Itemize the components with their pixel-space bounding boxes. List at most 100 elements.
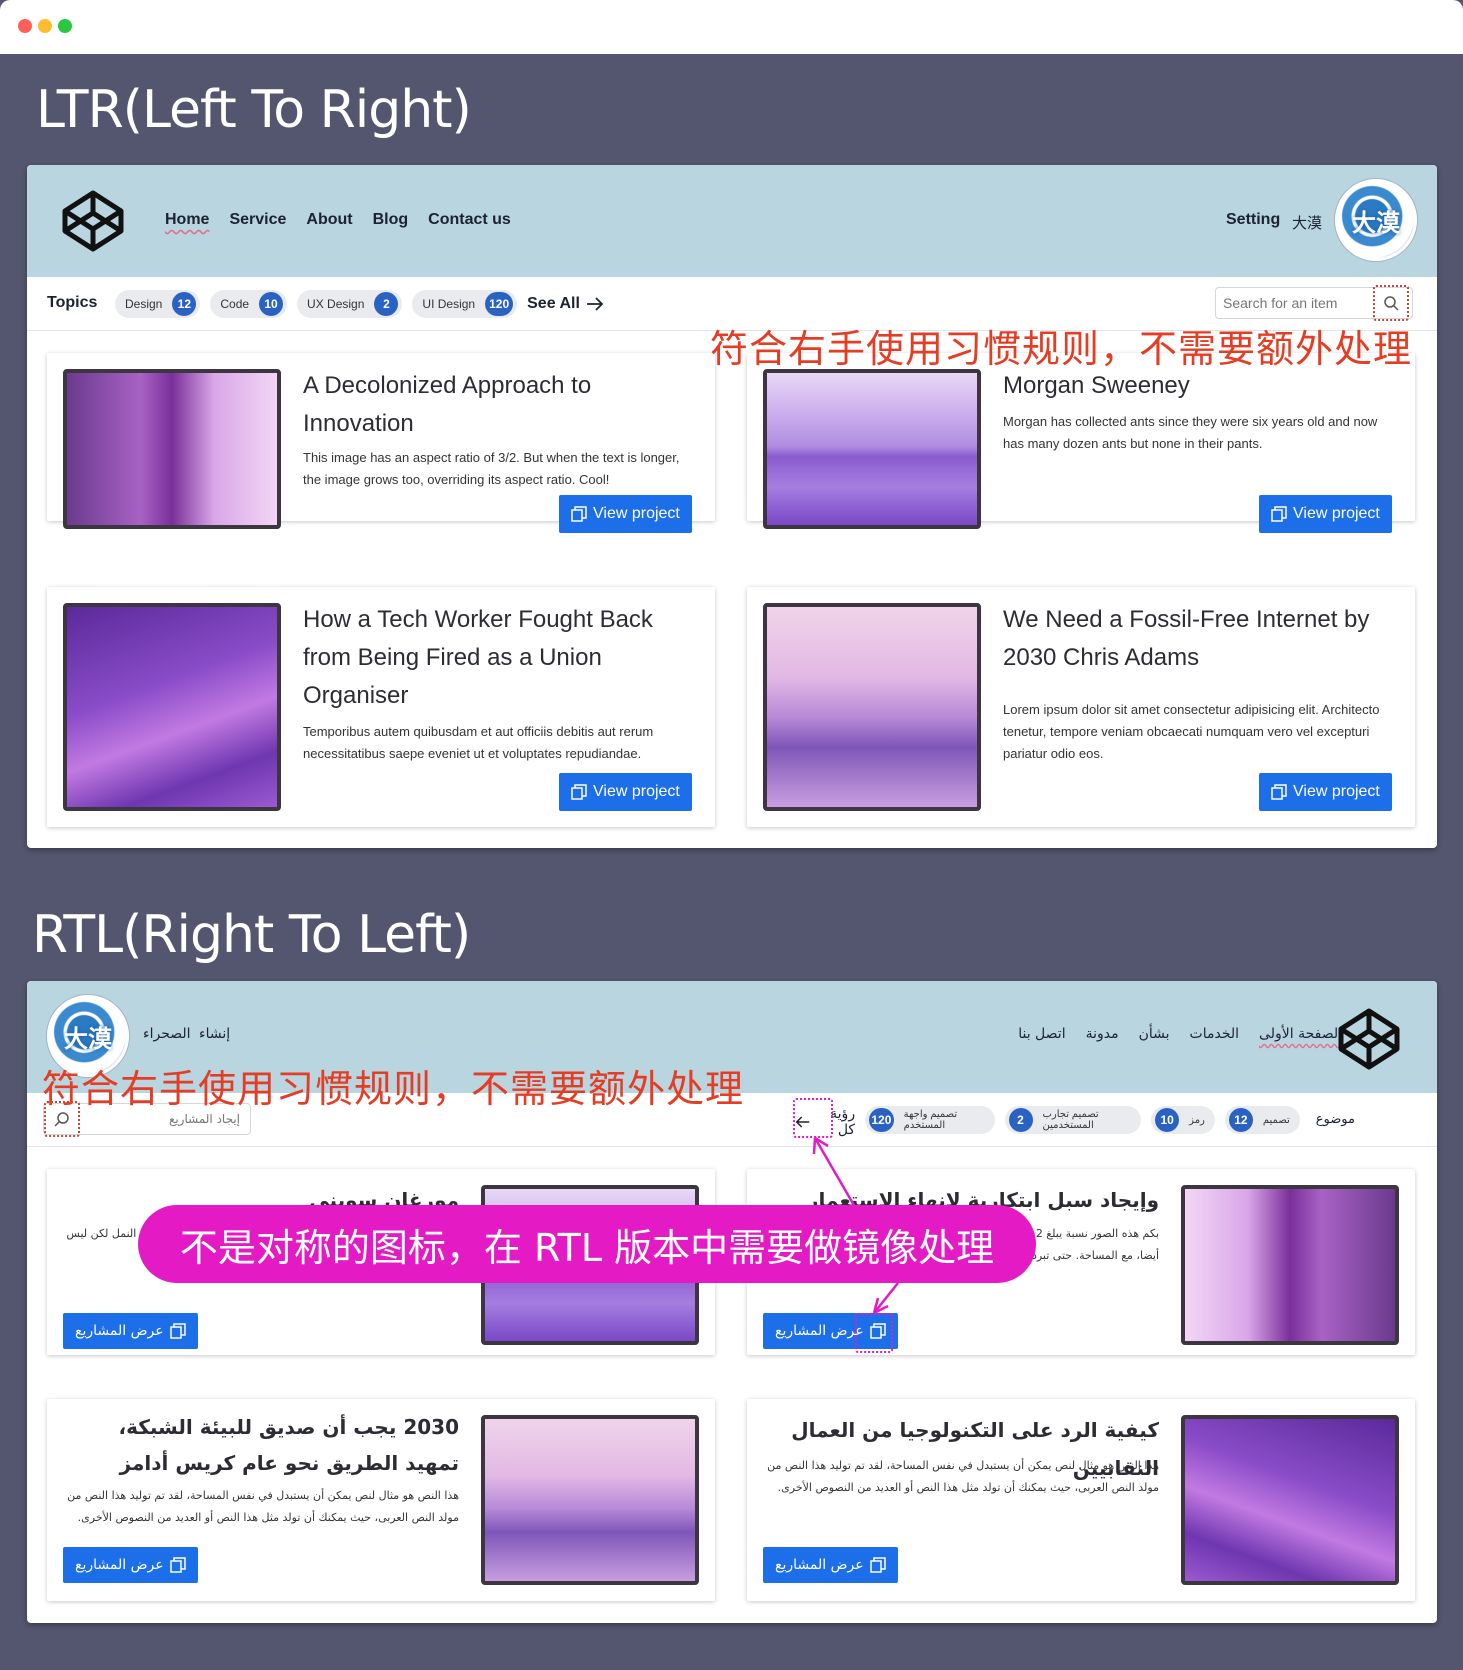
nav-service[interactable]: Service — [229, 211, 286, 229]
ltr-search-box — [1215, 285, 1413, 321]
card-description: Temporibus autem quibusdam et aut offici… — [303, 724, 654, 761]
chip-count-badge: 2 — [1008, 1108, 1033, 1132]
avatar[interactable]: 大漠 — [1335, 179, 1417, 261]
card-title[interactable]: A Decolonized Approach to Innovation — [303, 367, 693, 443]
copy-icon — [169, 1557, 186, 1573]
search-icon — [54, 1112, 69, 1127]
topic-chip-design[interactable]: تصميم 12 — [1224, 1106, 1300, 1134]
annotation-no-extra-rtl: 符合右手使用习惯规则，不需要额外处理 — [42, 1067, 745, 1111]
rtl-main-nav: الصفحة الأولى الخدمات بشأن مدونة اتصل بن… — [1002, 1026, 1342, 1042]
codepen-logo-icon[interactable] — [1337, 1007, 1401, 1071]
chip-label: Code — [220, 297, 250, 311]
topic-chip-ux[interactable]: تصميم تجارب المستخدمين 2 — [1004, 1106, 1142, 1134]
card-description: هذا النص هو مثال لنص يمكن أن يستبدل في ن… — [67, 1489, 459, 1524]
search-input[interactable] — [1223, 295, 1373, 311]
rtl-section-title: RTL(Right To Left) — [32, 905, 471, 965]
ltr-panel: Home Service About Blog Contact us Setti… — [27, 165, 1437, 848]
maximize-window-dot[interactable] — [58, 19, 72, 33]
button-label: View project — [593, 505, 680, 522]
button-label: View project — [1293, 505, 1380, 522]
card-image — [1181, 1185, 1399, 1345]
copy-icon — [571, 784, 587, 800]
view-project-button[interactable]: عرض المشاريع — [63, 1547, 198, 1583]
search-input[interactable] — [80, 1112, 240, 1126]
highlight-see-all-arrow — [793, 1098, 833, 1138]
search-button[interactable] — [1373, 285, 1409, 321]
annotation-no-extra-ltr: 符合右手使用习惯规则，不需要额外处理 — [710, 327, 1413, 371]
chip-label: تصميم واجهة المستخدم — [903, 1109, 958, 1131]
project-card: A Decolonized Approach to Innovation Thi… — [47, 353, 715, 533]
topic-chip-ux[interactable]: UX Design 2 — [297, 290, 403, 318]
card-image — [63, 603, 281, 811]
card-image — [481, 1415, 699, 1585]
topic-chip-ui[interactable]: UI Design 120 — [412, 290, 518, 318]
chip-label: رمز — [1189, 1114, 1205, 1126]
card-title[interactable]: How a Tech Worker Fought Back from Being… — [303, 601, 693, 715]
nav-about[interactable]: بشأن — [1139, 1026, 1170, 1042]
see-all-link[interactable]: See All — [527, 290, 604, 318]
ltr-header: Home Service About Blog Contact us Setti… — [27, 165, 1437, 277]
close-window-dot[interactable] — [18, 19, 32, 33]
project-card: We Need a Fossil-Free Internet by 2030 C… — [747, 587, 1415, 827]
nav-home[interactable]: الصفحة الأولى — [1259, 1026, 1342, 1042]
project-card: 2030 يجب أن صديق للبيئة الشبكة، تمهيد ال… — [47, 1399, 715, 1601]
topics-label: Topics — [47, 294, 98, 311]
view-project-button[interactable]: عرض المشاريع — [763, 1547, 898, 1583]
window-titlebar — [0, 0, 1463, 54]
card-image — [763, 603, 981, 811]
view-project-button[interactable]: View project — [559, 495, 692, 533]
button-label: عرض المشاريع — [775, 1323, 864, 1339]
button-label: عرض المشاريع — [775, 1557, 864, 1573]
view-project-button[interactable]: View project — [1259, 773, 1392, 811]
topic-chip-code[interactable]: Code 10 — [210, 290, 288, 318]
setting-link[interactable]: Setting — [1226, 211, 1280, 229]
arrow-right-icon — [586, 297, 604, 311]
user-name: الصحراء — [143, 1026, 191, 1042]
button-label: View project — [593, 783, 680, 800]
chip-count-badge: 120 — [869, 1108, 894, 1132]
chip-label: UI Design — [422, 297, 476, 311]
highlight-copy-icon — [855, 1313, 893, 1353]
chip-count-badge: 120 — [485, 292, 514, 316]
topic-chip-code[interactable]: رمز 10 — [1151, 1106, 1215, 1134]
button-label: عرض المشاريع — [75, 1557, 164, 1573]
chip-label: Design — [125, 297, 163, 311]
project-card: Morgan Sweeney Morgan has collected ants… — [747, 353, 1415, 533]
avatar-ink-icon: 大漠 — [64, 1024, 112, 1053]
button-label: عرض المشاريع — [75, 1323, 164, 1339]
nav-contact[interactable]: Contact us — [428, 211, 511, 229]
card-description: Lorem ipsum dolor sit amet consectetur a… — [1003, 702, 1380, 761]
card-image — [763, 369, 981, 529]
topic-chip-ui[interactable]: تصميم واجهة المستخدم 120 — [865, 1106, 995, 1134]
nav-about[interactable]: About — [306, 211, 352, 229]
card-image — [1181, 1415, 1399, 1585]
see-all-label: See All — [527, 295, 580, 312]
minimize-window-dot[interactable] — [38, 19, 52, 33]
topic-chip-design[interactable]: Design 12 — [115, 290, 201, 318]
card-title[interactable]: We Need a Fossil-Free Internet by 2030 C… — [1003, 601, 1393, 677]
codepen-logo-icon[interactable] — [61, 189, 125, 253]
chip-label: تصميم — [1262, 1114, 1290, 1126]
nav-home[interactable]: Home — [165, 211, 209, 229]
ltr-main-nav: Home Service About Blog Contact us — [165, 211, 511, 229]
annotation-mirror-needed: 不是对称的图标，在 RTL 版本中需要做镜像处理 — [138, 1205, 1036, 1283]
ltr-section-title: LTR(Left To Right) — [36, 80, 472, 140]
copy-icon — [1271, 506, 1287, 522]
view-project-button[interactable]: View project — [559, 773, 692, 811]
setting-link[interactable]: إنشاء — [199, 1026, 230, 1042]
nav-service[interactable]: الخدمات — [1190, 1026, 1240, 1042]
user-name: 大漠 — [1292, 214, 1323, 232]
project-card: كيفية الرد على التكنولوجيا من العمال الن… — [747, 1399, 1415, 1601]
nav-contact[interactable]: اتصل بنا — [1018, 1026, 1065, 1042]
topic-chips: Design 12 Code 10 UX Design 2 UI Design 120 … — [115, 290, 604, 318]
card-image — [63, 369, 281, 529]
view-project-button[interactable]: View project — [1259, 495, 1392, 533]
chip-count-badge: 10 — [1155, 1108, 1180, 1132]
card-title[interactable]: 2030 يجب أن صديق للبيئة الشبكة، تمهيد ال… — [63, 1409, 459, 1481]
copy-icon — [571, 506, 587, 522]
avatar-ink-icon: 大漠 — [1352, 208, 1400, 237]
nav-blog[interactable]: مدونة — [1086, 1026, 1119, 1042]
view-project-button[interactable]: عرض المشاريع — [63, 1313, 198, 1349]
copy-icon — [1271, 784, 1287, 800]
nav-blog[interactable]: Blog — [373, 211, 409, 229]
